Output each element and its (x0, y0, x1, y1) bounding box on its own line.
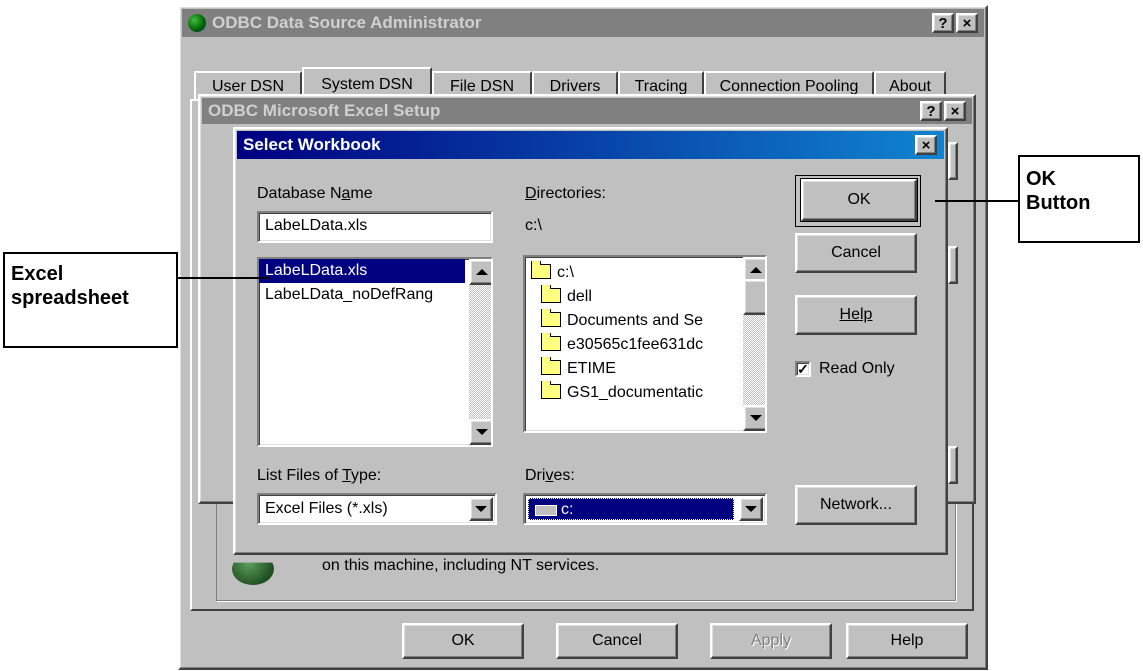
drives-label: Drives: (525, 467, 575, 484)
select-workbook-cancel-button[interactable]: Cancel (795, 233, 917, 273)
open-folder-icon (531, 261, 551, 279)
folder-icon (541, 333, 561, 351)
odbc-admin-close-button[interactable]: × (956, 13, 978, 33)
odbc-admin-apply-button[interactable]: Apply (710, 623, 832, 659)
read-only-checkbox[interactable]: ✓ (795, 361, 811, 377)
callout-line-1: OK (1026, 168, 1056, 190)
file-listbox[interactable]: LabeLData.xls LabeLData_noDefRang (257, 257, 493, 447)
excel-setup-side-button-3[interactable] (948, 446, 958, 484)
excel-setup-title: ODBC Microsoft Excel Setup (208, 101, 441, 120)
odbc-admin-cancel-button[interactable]: Cancel (556, 623, 678, 659)
help-button-label: Help (839, 306, 873, 323)
excel-setup-close-button[interactable]: × (944, 101, 966, 121)
file-type-dropdown-button[interactable] (469, 497, 493, 521)
database-name-value: LabeLData.xls (265, 217, 368, 234)
read-only-checkbox-row[interactable]: ✓ Read Only (795, 357, 935, 381)
directory-item-root[interactable]: c:\ (525, 261, 743, 285)
file-type-value: Excel Files (*.xls) (265, 500, 388, 517)
select-workbook-ok-button[interactable]: OK (800, 178, 918, 222)
excel-setup-side-button-1[interactable] (948, 142, 958, 180)
drive-value: c: (561, 501, 574, 518)
excel-callout-leader (178, 277, 270, 279)
drive-icon (535, 505, 557, 516)
odbc-admin-titlebar[interactable]: ODBC Data Source Administrator (182, 9, 984, 37)
ok-button-callout: OK Button (1018, 155, 1140, 243)
select-workbook-titlebar[interactable]: Select Workbook (237, 131, 944, 159)
odbc-admin-help-button[interactable]: ? (932, 13, 954, 33)
ok-callout-leader (935, 200, 1018, 202)
excel-setup-titlebar[interactable]: ODBC Microsoft Excel Setup (202, 98, 972, 124)
arrow-down-icon (476, 429, 488, 435)
network-button-label: Network... (819, 496, 892, 513)
directories-label: Directories: (525, 185, 606, 202)
current-directory: c:\ (525, 217, 542, 234)
read-only-label: Read Only (819, 360, 895, 377)
drives-dropdown-button[interactable] (739, 497, 763, 521)
directory-item[interactable]: e30565c1fee631dc (525, 333, 753, 357)
odbc-admin-help-bottom-button[interactable]: Help (846, 623, 968, 659)
select-workbook-close-button[interactable]: × (915, 135, 937, 155)
database-name-input[interactable]: LabeLData.xls (257, 211, 493, 243)
file-list-scroll-down-button[interactable] (469, 419, 491, 445)
folder-icon (541, 309, 561, 327)
list-files-type-label: List Files of Type: (257, 467, 382, 484)
callout-line-1: Excel (11, 263, 64, 285)
arrow-up-icon (476, 269, 488, 275)
excel-setup-side-button-2[interactable] (948, 246, 958, 284)
file-list-item-selected[interactable]: LabeLData.xls (259, 259, 465, 283)
folder-icon (541, 285, 561, 303)
directory-item[interactable]: ETIME (525, 357, 753, 381)
file-list-scroll-up-button[interactable] (469, 259, 491, 285)
odbc-globe-icon (188, 14, 206, 32)
directory-list-scrollbar[interactable] (743, 257, 765, 431)
drives-dropdown[interactable]: c: (523, 493, 767, 525)
callout-line-2: spreadsheet (11, 287, 129, 309)
select-workbook-dialog: Select Workbook × Database Name LabeLDat… (233, 127, 948, 555)
drive-selected: c: (528, 498, 734, 520)
select-workbook-help-button[interactable]: Help (795, 295, 917, 335)
excel-setup-help-button[interactable]: ? (920, 101, 942, 121)
checkmark-icon: ✓ (797, 360, 809, 377)
excel-spreadsheet-callout: Excel spreadsheet (3, 252, 178, 348)
select-workbook-title: Select Workbook (243, 135, 381, 154)
file-list-item[interactable]: LabeLData_noDefRang (259, 283, 465, 307)
odbc-admin-ok-button[interactable]: OK (402, 623, 524, 659)
select-workbook-network-button[interactable]: Network... (795, 485, 917, 525)
file-list-scrollbar[interactable] (469, 259, 491, 445)
odbc-admin-description: on this machine, including NT services. (322, 557, 600, 574)
directory-scroll-down-button[interactable] (743, 405, 765, 431)
directory-item[interactable]: Documents and Se (525, 309, 753, 333)
chevron-down-icon (745, 506, 757, 512)
directory-item[interactable]: GS1_documentatic (525, 381, 753, 405)
arrow-up-icon (750, 267, 762, 273)
directory-item[interactable]: dell (525, 285, 753, 309)
file-type-dropdown[interactable]: Excel Files (*.xls) (257, 493, 497, 525)
callout-line-2: Button (1026, 192, 1091, 214)
odbc-admin-title: ODBC Data Source Administrator (212, 13, 482, 32)
arrow-down-icon (750, 415, 762, 421)
chevron-down-icon (475, 506, 487, 512)
directory-listbox[interactable]: c:\ dell Documents and Se e30565c1fee631… (523, 255, 767, 433)
folder-icon (541, 357, 561, 375)
folder-icon (541, 381, 561, 399)
directory-scroll-thumb[interactable] (743, 279, 765, 315)
database-name-label: Database Name (257, 185, 373, 202)
